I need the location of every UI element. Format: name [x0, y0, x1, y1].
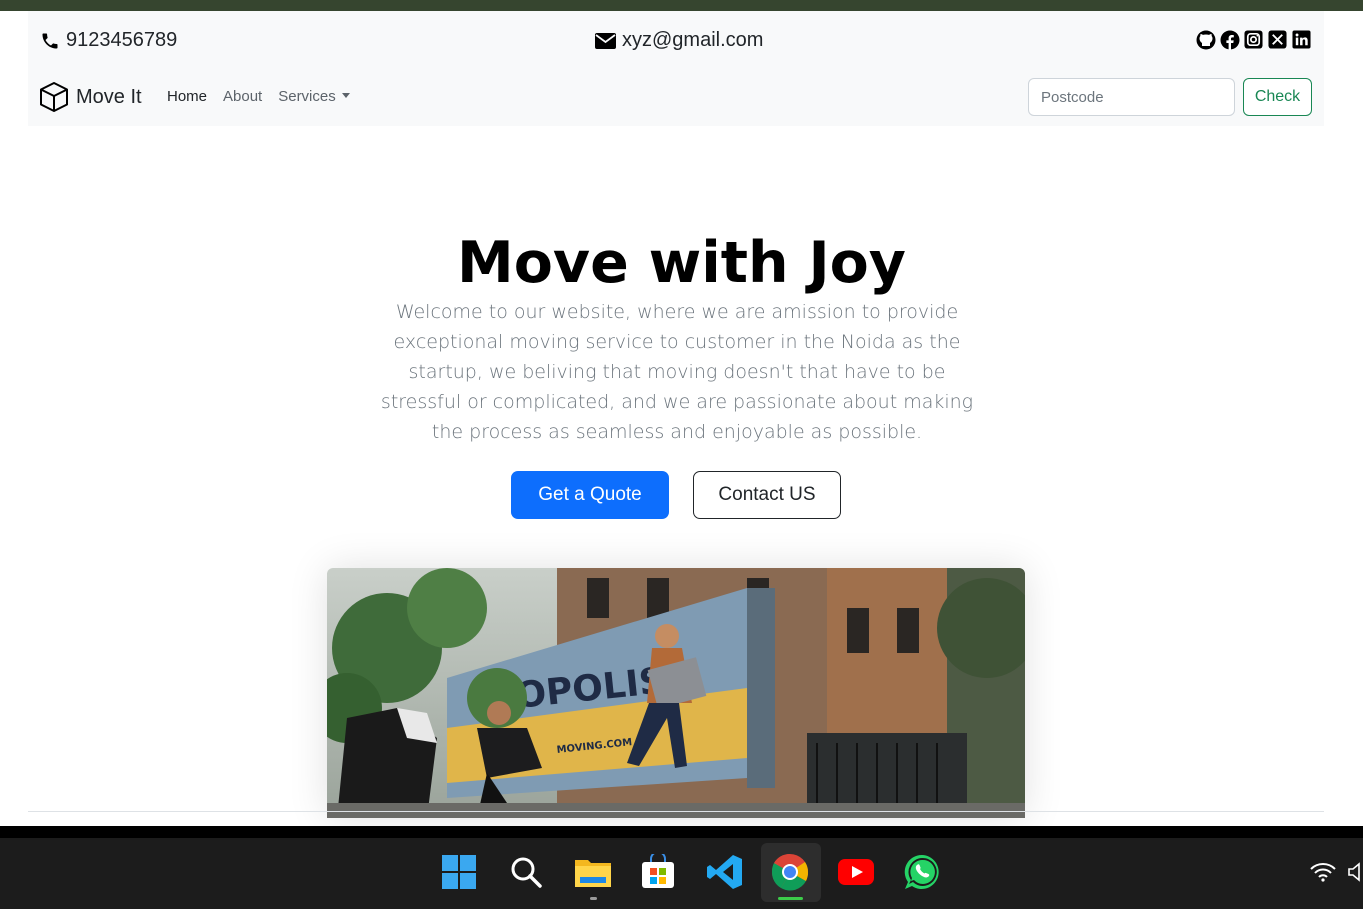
website-viewport: 9123456789 xyz@gmail.com Move It Home Ab… — [0, 11, 1363, 826]
file-explorer-icon[interactable] — [571, 850, 615, 894]
caret-down-icon — [341, 93, 350, 98]
email-address: xyz@gmail.com — [622, 29, 764, 51]
contact-us-button[interactable]: Contact US — [693, 471, 841, 519]
email-contact[interactable]: xyz@gmail.com — [595, 29, 763, 52]
brand-logo[interactable]: Move It — [38, 81, 142, 113]
box-icon — [40, 82, 68, 112]
volume-icon[interactable] — [1348, 862, 1362, 882]
phone-icon — [42, 33, 58, 48]
instagram-icon[interactable] — [1243, 29, 1264, 50]
nav-about[interactable]: About — [223, 88, 262, 105]
system-tray — [1310, 862, 1362, 882]
wifi-icon[interactable] — [1310, 862, 1336, 882]
navbar: Move It Home About Services Check — [28, 69, 1324, 126]
get-quote-button[interactable]: Get a Quote — [511, 471, 669, 519]
facebook-icon[interactable] — [1219, 29, 1240, 50]
hero-description: Welcome to our website, where we are ami… — [380, 301, 974, 443]
store-icon[interactable] — [636, 850, 680, 894]
nav-links: Home About Services — [167, 88, 350, 105]
github-icon[interactable] — [1195, 29, 1216, 50]
taskbar-top-edge — [0, 826, 1363, 838]
x-icon[interactable] — [1267, 29, 1288, 50]
check-button[interactable]: Check — [1243, 78, 1312, 116]
windows-taskbar — [0, 826, 1363, 909]
hero-image: OPOLIS MOVING.COM — [327, 568, 1025, 818]
phone-contact[interactable]: 9123456789 — [40, 29, 177, 52]
postcode-input[interactable] — [1028, 78, 1235, 116]
nav-services-dropdown[interactable]: Services — [278, 88, 350, 105]
browser-top-strip — [0, 0, 1363, 11]
nav-home[interactable]: Home — [167, 88, 207, 105]
whatsapp-icon[interactable] — [900, 850, 944, 894]
chrome-icon[interactable] — [768, 850, 812, 894]
vscode-icon[interactable] — [703, 850, 747, 894]
nav-services-label: Services — [278, 88, 336, 105]
envelope-icon — [595, 32, 616, 49]
contact-bar: 9123456789 xyz@gmail.com — [28, 11, 1324, 69]
brand-name: Move It — [76, 85, 142, 108]
hero-title: Move with Joy — [457, 230, 906, 296]
phone-number: 9123456789 — [66, 29, 178, 51]
windows-start-icon[interactable] — [437, 850, 481, 894]
hero-section: Move with Joy Welcome to our website, wh… — [0, 126, 1363, 826]
file-explorer-running-indicator — [590, 897, 597, 900]
section-divider — [28, 811, 1324, 812]
search-icon[interactable] — [504, 850, 548, 894]
site-header: 9123456789 xyz@gmail.com Move It Home Ab… — [28, 11, 1324, 126]
social-links — [1195, 29, 1312, 50]
chrome-active-indicator — [778, 897, 803, 900]
youtube-icon[interactable] — [834, 850, 878, 894]
linkedin-icon[interactable] — [1291, 29, 1312, 50]
